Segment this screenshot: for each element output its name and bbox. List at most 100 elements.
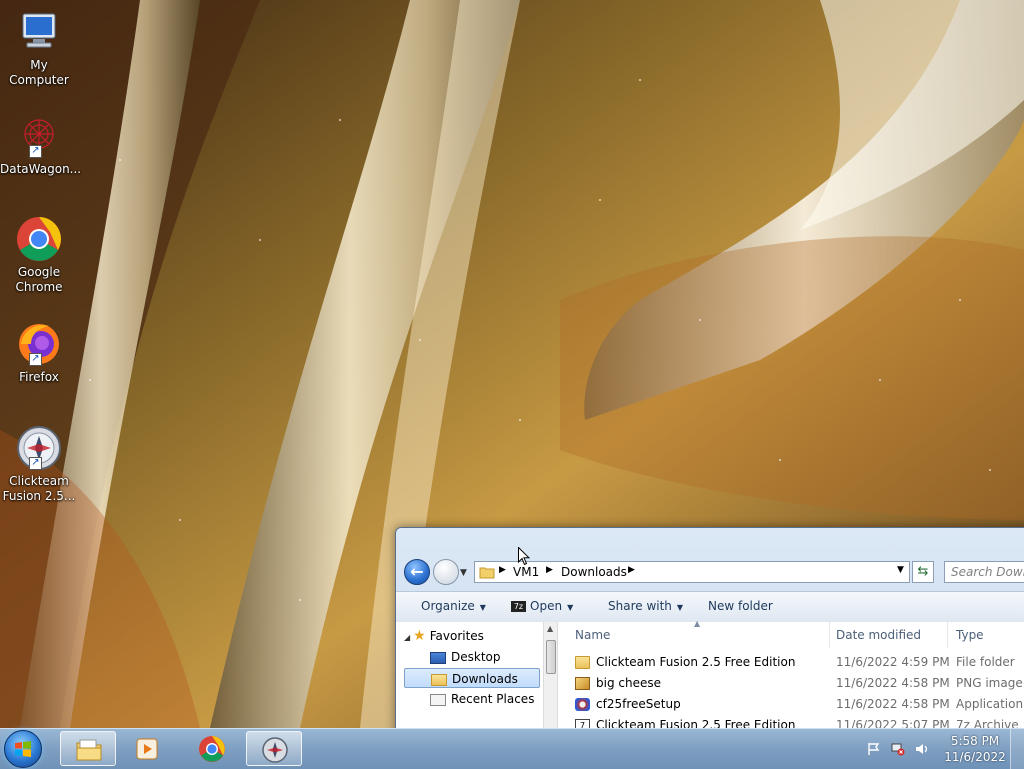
scroll-up-icon[interactable]: ▲ <box>547 624 553 633</box>
address-bar[interactable]: ▶ VM1 ▶ Downloads ▶ ▼ <box>474 561 910 583</box>
column-header-type[interactable]: Type <box>956 622 984 648</box>
search-input[interactable]: Search Downloads <box>944 561 1024 583</box>
7zip-icon: 7z <box>511 601 526 612</box>
installer-icon <box>575 698 590 711</box>
open-button[interactable]: 7z Open ▼ <box>511 599 573 613</box>
file-explorer-icon <box>76 739 102 761</box>
search-placeholder: Search Downloads <box>951 565 1024 579</box>
desktop-icon-label: My Computer <box>9 58 69 87</box>
explorer-navigation-bar: ← ▼ ▶ VM1 ▶ Downloads ▶ ▼ ⇆ Search Downl… <box>396 558 1024 588</box>
breadcrumb-downloads[interactable]: Downloads <box>561 565 627 579</box>
taskbar-file-explorer[interactable] <box>60 731 116 766</box>
column-divider[interactable] <box>829 622 830 648</box>
nav-recent-places[interactable]: Recent Places <box>430 689 534 709</box>
address-dropdown-icon[interactable]: ▼ <box>897 565 904 575</box>
chrome-icon <box>15 215 63 263</box>
nav-desktop-label: Desktop <box>451 650 501 664</box>
column-header-date-modified[interactable]: Date modified <box>836 622 921 648</box>
taskbar-google-chrome[interactable] <box>184 731 240 766</box>
organize-button[interactable]: Organize ▼ <box>421 599 486 613</box>
clickteam-icon <box>262 737 288 763</box>
nav-downloads-label: Downloads <box>452 672 518 686</box>
show-desktop-button[interactable] <box>1010 729 1024 769</box>
mouse-cursor-icon <box>518 546 531 566</box>
command-bar: Organize ▼ 7z Open ▼ Share with ▼ New folder <box>396 591 1024 623</box>
recent-places-icon <box>430 693 446 706</box>
file-name-cell: Clickteam Fusion 2.5 Free Edition <box>575 652 795 673</box>
share-with-label: Share with <box>608 599 672 613</box>
recent-pages-dropdown-icon[interactable]: ▼ <box>460 568 467 578</box>
firefox-icon: ↗ <box>15 320 63 368</box>
taskbar: 5:58 PM 11/6/2022 <box>0 728 1024 769</box>
new-folder-label: New folder <box>708 599 773 613</box>
nav-recent-places-label: Recent Places <box>451 692 535 706</box>
chevron-down-icon: ▼ <box>567 603 574 612</box>
file-row[interactable]: big cheese 11/6/2022 4:58 PM PNG image <box>559 673 1024 694</box>
refresh-icon: ⇆ <box>917 564 929 579</box>
file-name: cf25freeSetup <box>596 697 681 711</box>
file-date: 11/6/2022 4:58 PM <box>836 697 950 711</box>
taskbar-clickteam-fusion[interactable] <box>246 731 302 766</box>
shortcut-arrow-icon: ↗ <box>29 145 42 158</box>
chevron-down-icon: ▼ <box>676 603 684 612</box>
desktop-icon-my-computer[interactable]: My Computer <box>0 8 78 88</box>
shortcut-arrow-icon: ↗ <box>29 353 42 366</box>
file-name-cell: cf25freeSetup <box>575 694 681 715</box>
volume-icon[interactable] <box>915 742 929 756</box>
sort-ascending-icon: ▲ <box>694 619 701 628</box>
nav-downloads[interactable]: Downloads <box>404 668 540 688</box>
breadcrumb-chevron-icon[interactable]: ▶ <box>628 565 635 575</box>
explorer-window[interactable]: ← ▼ ▶ VM1 ▶ Downloads ▶ ▼ ⇆ Search Downl… <box>395 527 1024 734</box>
navigation-pane: ◢ ★ Favorites Desktop Downloads Recent Pla… <box>396 622 543 733</box>
forward-button[interactable] <box>433 559 459 585</box>
downloads-folder-icon <box>431 673 447 686</box>
media-player-icon <box>136 738 158 760</box>
datawagon-icon: ↗ <box>15 112 63 160</box>
shortcut-arrow-icon: ↗ <box>29 457 42 470</box>
breadcrumb-vm1[interactable]: VM1 <box>513 565 539 579</box>
star-icon: ★ <box>413 628 426 644</box>
desktop-folder-icon <box>430 651 446 664</box>
navigation-scrollbar[interactable]: ▲ <box>543 622 558 733</box>
computer-icon <box>15 8 63 56</box>
network-error-icon[interactable] <box>891 742 905 756</box>
action-center-flag-icon[interactable] <box>867 742 881 756</box>
file-name: Clickteam Fusion 2.5 Free Edition <box>596 655 796 669</box>
file-name: big cheese <box>596 676 661 690</box>
column-divider[interactable] <box>947 622 948 648</box>
back-arrow-icon: ← <box>410 562 424 581</box>
desktop-icon-firefox[interactable]: ↗ Firefox <box>0 320 78 385</box>
chevron-down-icon: ▼ <box>479 603 486 612</box>
nav-favorites[interactable]: ◢ ★ Favorites <box>404 626 484 646</box>
file-row[interactable]: cf25freeSetup 11/6/2022 4:58 PM Applicat… <box>559 694 1024 715</box>
windows-logo-icon <box>15 741 31 757</box>
desktop-icon-clickteam-fusion[interactable]: ↗ Clickteam Fusion 2.5... <box>0 424 78 504</box>
desktop-icon-label: DataWagon... <box>0 162 82 176</box>
file-date: 11/6/2022 4:58 PM <box>836 676 950 690</box>
explorer-content: ◢ ★ Favorites Desktop Downloads Recent Pla… <box>396 619 1024 733</box>
nav-desktop[interactable]: Desktop <box>430 647 501 667</box>
desktop-icon-label: Clickteam Fusion 2.5... <box>2 474 76 503</box>
collapse-arrow-icon[interactable]: ◢ <box>404 633 410 642</box>
start-button[interactable] <box>4 730 42 768</box>
taskbar-media-player[interactable] <box>120 731 176 766</box>
file-row[interactable]: Clickteam Fusion 2.5 Free Edition 11/6/2… <box>559 652 1024 673</box>
clock-date: 11/6/2022 <box>944 750 1006 764</box>
breadcrumb-chevron-icon[interactable]: ▶ <box>546 565 553 575</box>
folder-icon <box>479 564 495 583</box>
refresh-button[interactable]: ⇆ <box>912 561 934 583</box>
breadcrumb-chevron-icon[interactable]: ▶ <box>499 565 506 575</box>
desktop-icon-datawagon[interactable]: ↗ DataWagon... <box>0 112 82 177</box>
organize-label: Organize <box>421 599 475 613</box>
file-type: Application <box>956 697 1024 711</box>
system-clock[interactable]: 5:58 PM 11/6/2022 <box>944 733 1006 765</box>
scrollbar-thumb[interactable] <box>546 640 556 674</box>
column-header-name[interactable]: Name <box>575 622 610 648</box>
share-with-button[interactable]: Share with ▼ <box>608 599 683 613</box>
open-label: Open <box>530 599 563 613</box>
file-type: PNG image <box>956 676 1023 690</box>
file-name-cell: big cheese <box>575 673 661 694</box>
desktop-icon-google-chrome[interactable]: Google Chrome <box>0 215 78 295</box>
back-button[interactable]: ← <box>404 559 430 585</box>
new-folder-button[interactable]: New folder <box>708 599 773 613</box>
